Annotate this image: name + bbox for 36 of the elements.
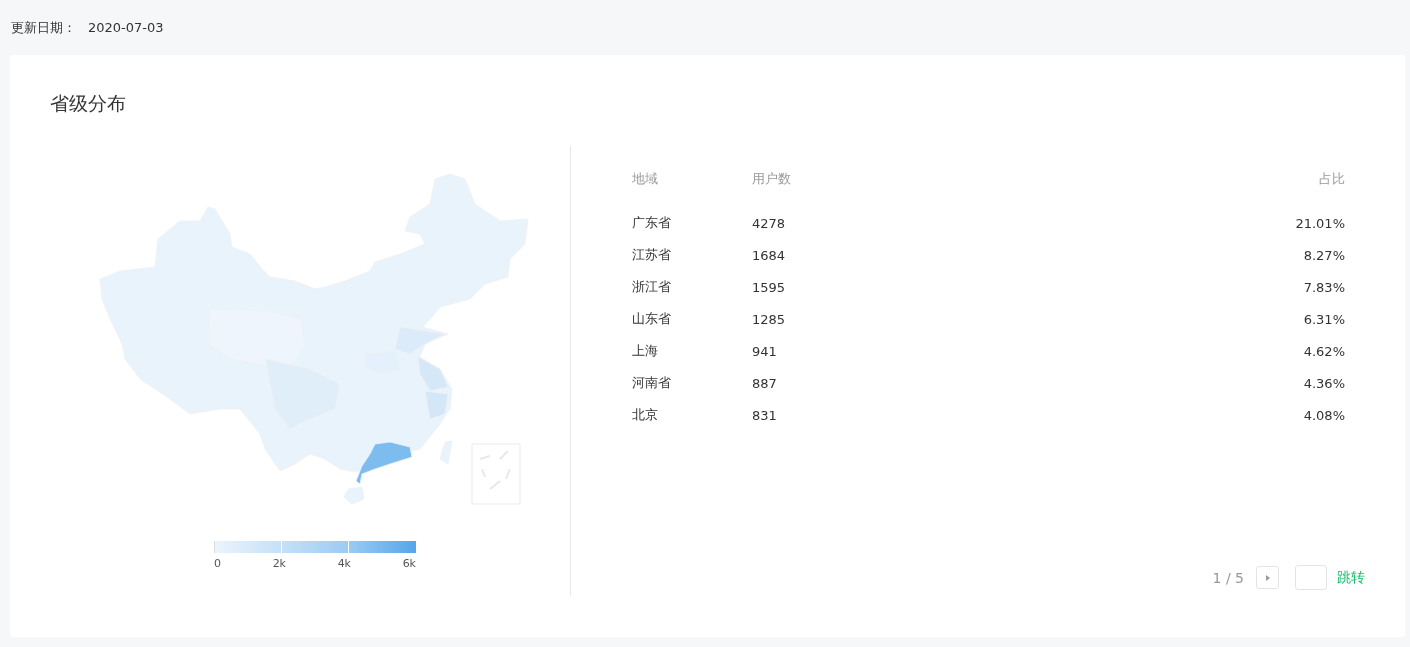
- table-cell-text: 1684: [752, 247, 787, 263]
- update-date: 2020-07-03: [88, 20, 164, 35]
- table-cell-text: 4.36%: [1302, 375, 1345, 391]
- column-header: 地域: [632, 170, 659, 188]
- table-cell-text: 山东省: [632, 310, 672, 328]
- table-cell-text: 4.62%: [1302, 343, 1345, 359]
- table-cell-text: 4278: [752, 215, 787, 231]
- panel-title: 省级分布: [50, 91, 127, 116]
- legend-label: 6k: [402, 557, 416, 570]
- column-header: 占比: [1318, 170, 1345, 188]
- legend-label: 0: [214, 557, 221, 570]
- table-cell-text: 7.83%: [1302, 279, 1345, 295]
- legend-label: 4k: [337, 557, 351, 570]
- table-cell-text: 887: [752, 375, 778, 391]
- table-cell-text: 6.31%: [1302, 311, 1345, 327]
- table-cell-text: 上海: [632, 342, 659, 360]
- column-header: 用户数: [752, 170, 792, 188]
- table-cell-text: 河南省: [632, 374, 672, 392]
- page-input-field[interactable]: [1295, 565, 1327, 590]
- table-cell-text: 浙江省: [632, 278, 672, 296]
- table-cell-text: 831: [752, 407, 778, 423]
- table-cell-text: 广东省: [632, 214, 672, 232]
- caret-icon: [1265, 574, 1270, 581]
- jump-link[interactable]: 跳转: [1337, 568, 1365, 587]
- table-cell-text: 8.27%: [1302, 247, 1345, 263]
- table-cell-text: 4.08%: [1302, 407, 1345, 423]
- table-cell-text: 1595: [752, 279, 787, 295]
- table-cell-text: 21.01%: [1294, 215, 1345, 231]
- page-indicator: 1 / 5: [1212, 569, 1244, 586]
- table-cell-text: 江苏省: [632, 246, 672, 264]
- table-cell-text: 1285: [752, 311, 787, 327]
- next-page-button[interactable]: [1256, 566, 1279, 589]
- legend-label: 2k: [272, 557, 286, 570]
- update-date-label: 更新日期：: [11, 18, 76, 37]
- table-cell-text: 941: [752, 343, 778, 359]
- table-cell-text: 北京: [632, 406, 659, 424]
